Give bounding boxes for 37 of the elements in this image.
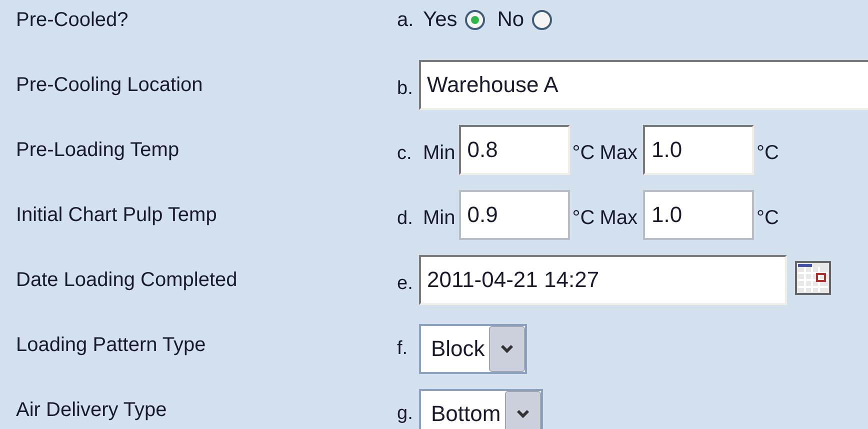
unit-label: °C xyxy=(572,140,595,166)
unit-label: °C xyxy=(756,140,779,166)
field-label: Loading Pattern Type xyxy=(15,332,207,358)
calendar-icon[interactable] xyxy=(795,260,831,294)
radio-button[interactable] xyxy=(532,10,552,30)
input-field[interactable]: 0.9 xyxy=(459,190,570,240)
field-label: Pre-Loading Temp xyxy=(15,138,180,162)
option-label: No xyxy=(497,6,524,33)
max-label: Max xyxy=(600,140,638,166)
unit-label: °C xyxy=(572,206,595,230)
input-field[interactable]: 1.0 xyxy=(643,124,754,174)
min-label: Min xyxy=(423,140,456,166)
input-field[interactable]: 0.8 xyxy=(459,124,570,174)
field-label: Air Delivery Type xyxy=(15,398,168,422)
option-label: Yes xyxy=(423,6,458,33)
field-label: Pre-Cooling Location xyxy=(15,72,204,98)
item-letter: a. xyxy=(396,8,415,32)
min-label: Min xyxy=(423,206,456,230)
chevron-icon xyxy=(500,344,514,354)
radio-button[interactable] xyxy=(465,10,486,30)
max-label: Max xyxy=(600,206,638,230)
input-field[interactable]: 2011-04-21 14:27 xyxy=(419,254,787,304)
item-letter: c. xyxy=(396,142,413,166)
input-field[interactable]: Warehouse A xyxy=(419,60,868,110)
field-label: Date Loading Completed xyxy=(15,268,238,292)
item-letter: e. xyxy=(396,272,414,296)
field-label: Initial Chart Pulp Temp xyxy=(15,202,218,228)
item-letter: f. xyxy=(396,337,409,362)
item-letter: g. xyxy=(396,402,414,426)
input-field[interactable]: 1.0 xyxy=(643,190,754,240)
item-letter: b. xyxy=(396,77,414,102)
dropdown[interactable]: Bottom xyxy=(419,388,543,429)
dropdown[interactable]: Block xyxy=(419,324,527,374)
chevron-icon xyxy=(516,408,530,418)
item-letter: d. xyxy=(396,207,414,232)
field-label: Pre-Cooled? xyxy=(15,8,130,32)
unit-label: °C xyxy=(756,206,779,230)
